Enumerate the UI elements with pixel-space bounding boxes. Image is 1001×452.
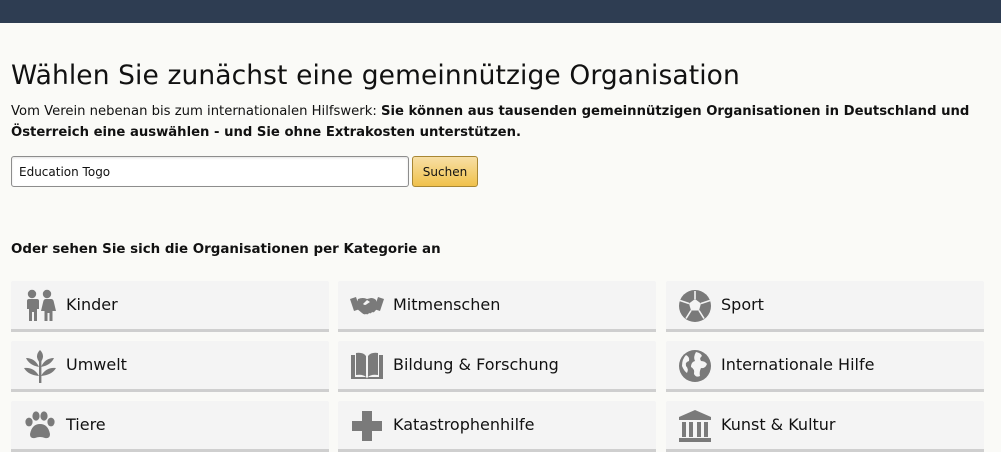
category-tile-mitmenschen[interactable]: Mitmenschen (338, 281, 656, 332)
category-tile-kinder[interactable]: Kinder (11, 281, 329, 332)
category-tile-kunst-kultur[interactable]: Kunst & Kultur (666, 401, 984, 452)
category-label: Kinder (66, 295, 118, 314)
category-label: Umwelt (66, 355, 127, 374)
museum-icon (678, 409, 712, 443)
globe-icon (678, 349, 712, 383)
handshake-icon (350, 289, 384, 323)
category-tile-bildung-forschung[interactable]: Bildung & Forschung (338, 341, 656, 392)
category-tile-internationale-hilfe[interactable]: Internationale Hilfe (666, 341, 984, 392)
intro-text: Vom Verein nebenan bis zum international… (11, 101, 986, 143)
category-label: Katastrophenhilfe (393, 415, 535, 434)
category-label: Bildung & Forschung (393, 355, 559, 374)
intro-plain-text: Vom Verein nebenan bis zum international… (11, 104, 381, 119)
book-icon (350, 349, 384, 383)
category-tile-sport[interactable]: Sport (666, 281, 984, 332)
children-icon (23, 289, 57, 323)
paw-icon (23, 409, 57, 443)
search-button[interactable]: Suchen (412, 156, 478, 187)
category-label: Sport (721, 295, 764, 314)
category-label: Kunst & Kultur (721, 415, 836, 434)
category-label: Internationale Hilfe (721, 355, 875, 374)
search-input[interactable] (11, 156, 409, 187)
cross-icon (350, 409, 384, 443)
soccer-ball-icon (678, 289, 712, 323)
category-tile-katastrophenhilfe[interactable]: Katastrophenhilfe (338, 401, 656, 452)
category-tile-tiere[interactable]: Tiere (11, 401, 329, 452)
category-tile-umwelt[interactable]: Umwelt (11, 341, 329, 392)
category-label: Mitmenschen (393, 295, 501, 314)
top-navigation-bar (0, 0, 1001, 23)
category-label: Tiere (66, 415, 106, 434)
page-title: Wählen Sie zunächst eine gemeinnützige O… (11, 60, 740, 91)
category-heading: Oder sehen Sie sich die Organisationen p… (11, 242, 441, 257)
plant-icon (23, 349, 57, 383)
